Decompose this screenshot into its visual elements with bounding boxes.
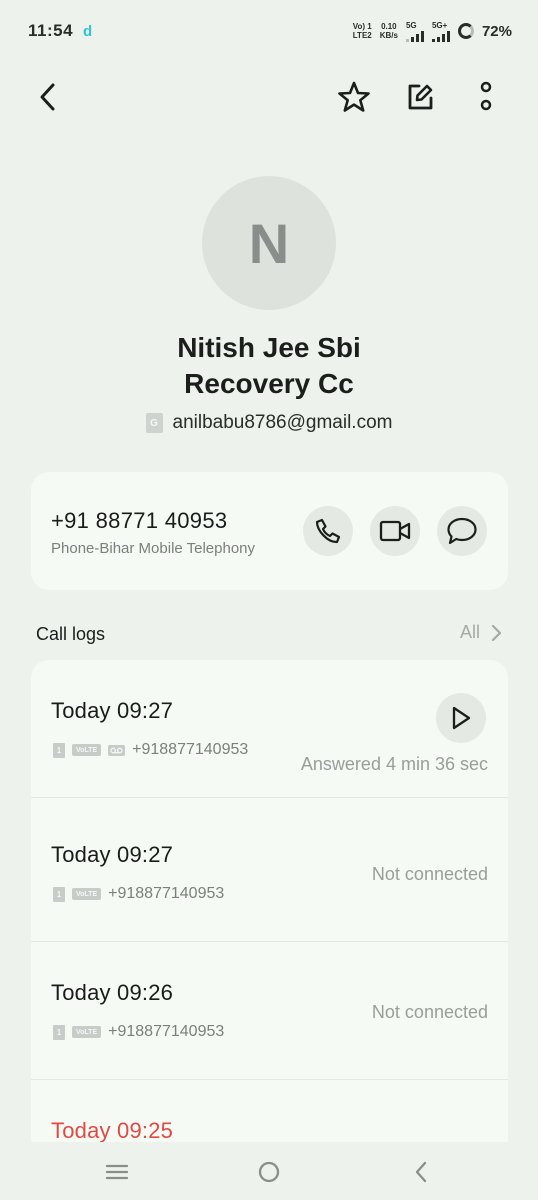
home-button[interactable]: [247, 1150, 291, 1194]
edit-button[interactable]: [398, 75, 442, 119]
call-log-item[interactable]: Today 09:27 1 VoLTE +918877140953 Answer…: [31, 660, 508, 798]
signal-sim1-icon: 5G: [405, 21, 424, 42]
volte-indicator: Vo) 1 LTE2: [352, 22, 372, 40]
sim-card-icon: 1: [53, 886, 65, 902]
call-log-time: Today 09:25: [51, 1118, 174, 1142]
call-logs-list: Today 09:27 1 VoLTE +918877140953 Answer…: [31, 660, 508, 1142]
call-log-item[interactable]: Today 09:27 1 VoLTE +918877140953 Not co…: [31, 804, 508, 942]
menu-icon: [105, 1164, 129, 1180]
more-vertical-icon: [480, 81, 492, 111]
video-call-button[interactable]: [370, 506, 420, 556]
call-logs-header: Call logs All: [36, 620, 502, 648]
system-navigation-bar: [0, 1142, 538, 1200]
recording-icon: [108, 744, 126, 756]
sim-card-icon: 1: [53, 742, 65, 758]
volte-badge: VoLTE: [72, 744, 102, 756]
phone-icon: [315, 518, 341, 544]
call-log-status: Not connected: [371, 864, 488, 884]
video-camera-icon: [379, 520, 411, 542]
chat-bubble-icon: [447, 517, 477, 545]
sim-card-icon: 1: [53, 1024, 65, 1040]
call-log-number: +918877140953: [108, 885, 225, 902]
message-button[interactable]: [437, 506, 487, 556]
play-recording-button[interactable]: [436, 693, 486, 743]
avatar-initial: N: [248, 211, 290, 275]
call-log-number: +918877140953: [132, 741, 249, 758]
call-log-time: Today 09:27: [51, 842, 174, 867]
top-app-bar: [0, 72, 538, 122]
status-bar: 11:54 d Vo) 1 LTE2 0.10 KB/s 5G 5G+ 72%: [0, 0, 538, 62]
call-log-status: Not connected: [371, 1002, 488, 1022]
call-log-number: +918877140953: [108, 1023, 225, 1040]
notification-app-icon: d: [83, 22, 93, 40]
call-log-item[interactable]: Today 09:25: [31, 1080, 508, 1142]
battery-percent: 72%: [481, 22, 512, 40]
more-options-button[interactable]: [464, 75, 508, 119]
contact-email[interactable]: anilbabu8786@gmail.com: [173, 412, 393, 434]
back-chevron-icon: [415, 1161, 427, 1183]
back-button[interactable]: [26, 75, 70, 119]
star-outline-icon: [338, 81, 370, 112]
edit-icon: [408, 84, 433, 110]
contact-name: Nitish Jee Sbi Recovery Cc: [177, 332, 361, 399]
phone-number[interactable]: +91 88771 40953: [51, 508, 227, 534]
all-call-logs-link[interactable]: All: [460, 622, 502, 643]
system-back-button[interactable]: [399, 1150, 443, 1194]
volte-badge: VoLTE: [72, 888, 102, 900]
volte-badge: VoLTE: [72, 1026, 102, 1038]
call-button[interactable]: [303, 506, 353, 556]
call-logs-title: Call logs: [36, 624, 106, 644]
call-log-status: Answered 4 min 36 sec: [300, 754, 488, 774]
email-row[interactable]: G anilbabu8786@gmail.com: [0, 412, 538, 434]
recent-apps-button[interactable]: [95, 1150, 139, 1194]
chevron-right-icon: [491, 624, 502, 641]
google-account-icon: G: [145, 413, 163, 433]
play-icon: [452, 706, 471, 730]
call-log-time: Today 09:26: [51, 980, 174, 1005]
chevron-left-icon: [40, 83, 55, 111]
call-log-time: Today 09:27: [51, 698, 174, 723]
network-speed: 0.10 KB/s: [379, 22, 398, 40]
home-circle-icon: [258, 1161, 280, 1183]
battery-icon: [457, 23, 474, 39]
status-time: 11:54: [28, 21, 74, 40]
contact-avatar[interactable]: N: [202, 176, 336, 310]
phone-number-card: +91 88771 40953 Phone-Bihar Mobile Telep…: [31, 472, 508, 590]
all-link-label: All: [459, 622, 480, 642]
phone-type-label: Phone-Bihar Mobile Telephony: [51, 540, 256, 557]
signal-sim2-icon: 5G+: [431, 21, 450, 42]
favorite-button[interactable]: [332, 75, 376, 119]
call-log-item[interactable]: Today 09:26 1 VoLTE +918877140953 Not co…: [31, 942, 508, 1080]
